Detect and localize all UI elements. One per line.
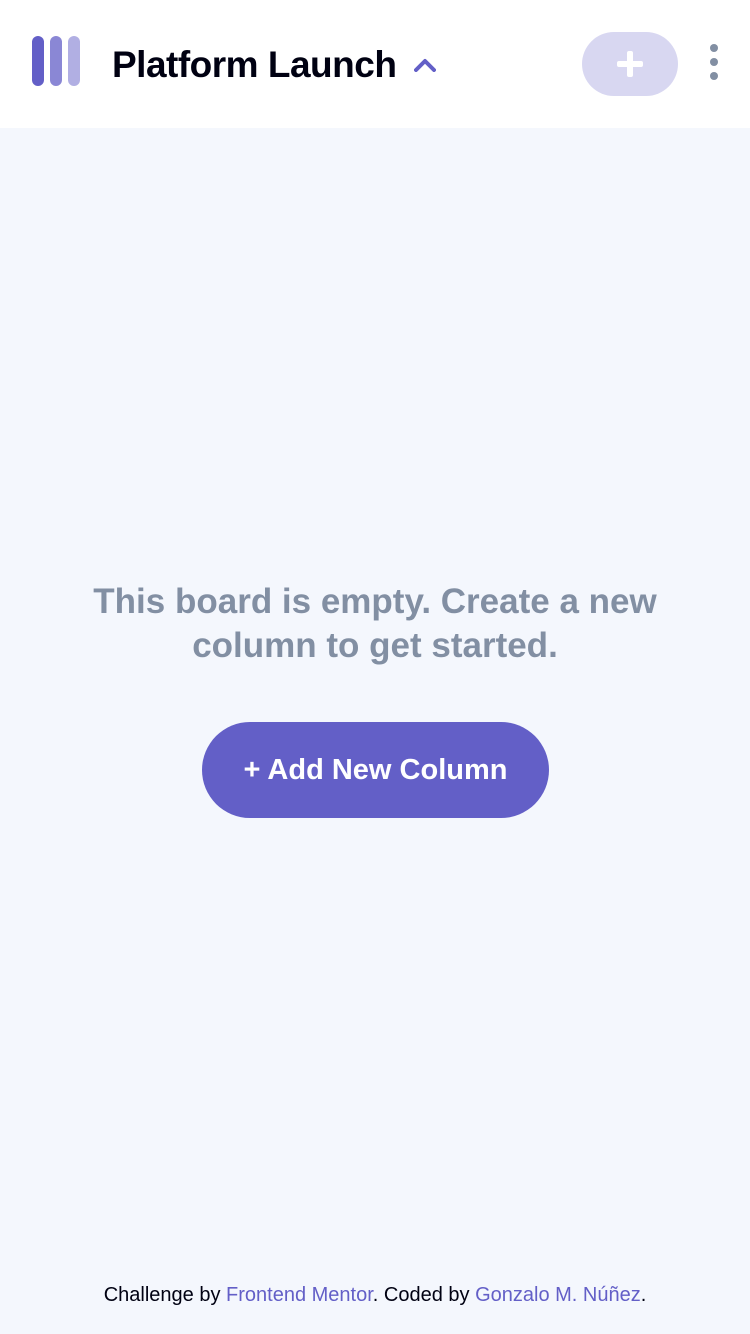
chevron-up-icon (414, 59, 437, 72)
frontend-mentor-link[interactable]: Frontend Mentor (226, 1284, 373, 1306)
logo-bar (68, 36, 80, 86)
kanban-logo-icon (32, 36, 80, 86)
empty-board-message: This board is empty. Create a new column… (93, 582, 657, 665)
footer-suffix: . (640, 1284, 647, 1306)
coded-prefix: . Coded by (372, 1284, 470, 1306)
plus-icon (617, 51, 643, 77)
board-selector[interactable]: Platform Launch (112, 40, 437, 90)
logo-bar (50, 36, 62, 86)
menu-dot (710, 58, 718, 66)
vertical-ellipsis-icon[interactable] (702, 42, 726, 82)
top-bar: Platform Launch (0, 0, 750, 128)
app-page: Platform Launch This board is empty. Cre… (0, 0, 750, 1334)
board-title: Platform Launch (112, 44, 397, 85)
empty-state: This board is empty. Create a new column… (0, 580, 750, 668)
add-new-column-button[interactable]: + Add New Column (202, 722, 549, 818)
menu-dot (710, 44, 718, 52)
logo-bar (32, 36, 44, 86)
challenge-prefix: Challenge by (103, 1284, 221, 1306)
attribution-footer: Challenge by Frontend Mentor. Coded by G… (0, 1284, 750, 1307)
author-link[interactable]: Gonzalo M. Núñez (475, 1284, 641, 1306)
menu-dot (710, 72, 718, 80)
add-task-button[interactable] (582, 32, 678, 96)
